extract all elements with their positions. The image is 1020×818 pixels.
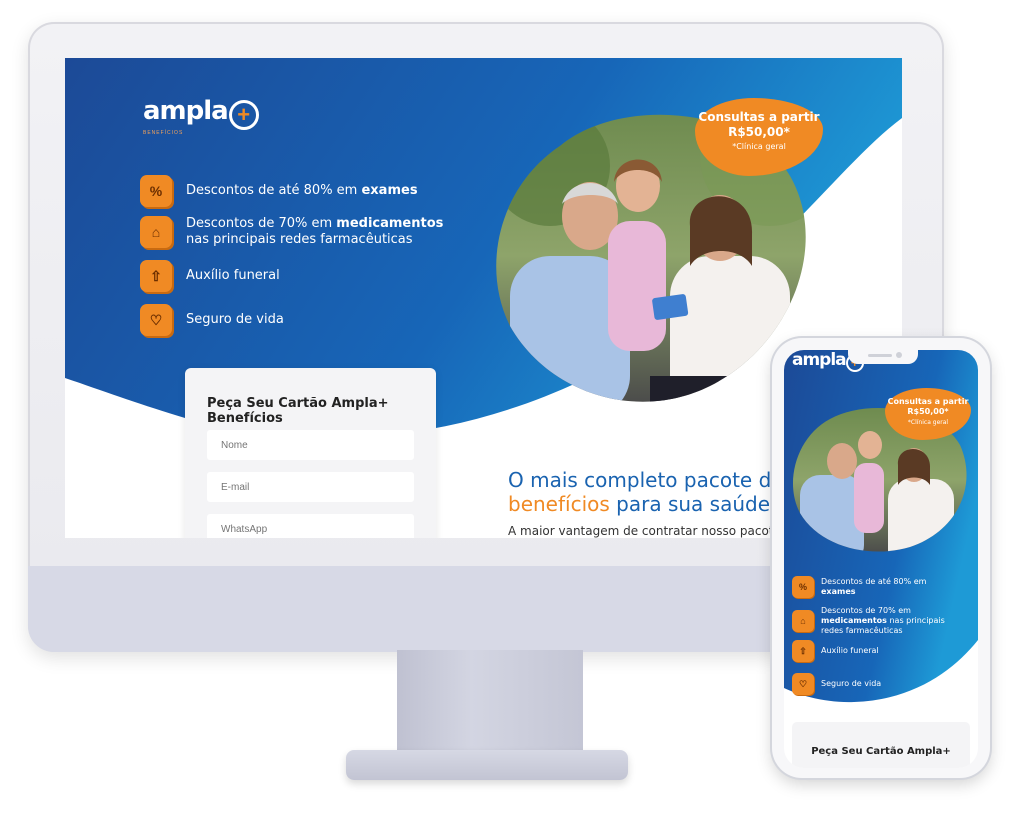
- phone-notch: [848, 348, 918, 364]
- phone-signup-form: Peça Seu Cartão Ampla+: [792, 722, 970, 768]
- feature-item: ♡ Seguro de vida: [140, 304, 446, 336]
- monitor-stand: [397, 650, 583, 760]
- phone-feature-item: ⇧ Auxílio funeral: [792, 640, 961, 662]
- feature-text: Seguro de vida: [186, 312, 284, 327]
- heart-icon: ♡: [140, 304, 172, 336]
- house-icon: ⇧: [140, 260, 172, 292]
- feature-text: Descontos de até 80% em exames: [186, 183, 418, 198]
- logo-subtitle: BENEFÍCIOS: [143, 130, 184, 136]
- signup-form: Peça Seu Cartão Ampla+ Benefícios: [185, 368, 436, 538]
- camera-icon: [896, 352, 902, 358]
- whatsapp-input[interactable]: [207, 514, 414, 538]
- heart-icon: ♡: [792, 673, 814, 695]
- badge-price: R$50,00*: [728, 125, 790, 139]
- house-icon: ⇧: [792, 640, 814, 662]
- badge-note: *Clínica geral: [732, 142, 786, 151]
- tag-icon: ⌂: [140, 216, 172, 248]
- feature-text: Descontos de 70% em medicamentos nas pri…: [186, 216, 444, 247]
- feature-item: ⌂ Descontos de 70% em medicamentos nas p…: [140, 216, 446, 248]
- feature-item: ⇧ Auxílio funeral: [140, 260, 446, 292]
- brand-logo[interactable]: ampla + BENEFÍCIOS: [143, 96, 259, 136]
- speaker-icon: [868, 354, 892, 357]
- percent-icon: %: [140, 175, 172, 207]
- logo-wordmark: ampla: [143, 96, 229, 126]
- monitor-stand-base: [346, 750, 628, 780]
- feature-item: % Descontos de até 80% em exames: [140, 175, 446, 207]
- phone-feature-item: % Descontos de até 80% em exames: [792, 576, 961, 598]
- feature-text: Auxílio funeral: [186, 268, 280, 283]
- form-title: Peça Seu Cartão Ampla+ Benefícios: [207, 396, 389, 426]
- phone-screen: ampla+ Consultas a partirR$50,00* *Clíni…: [784, 350, 978, 768]
- tag-icon: ⌂: [792, 610, 814, 632]
- phone-form-title: Peça Seu Cartão Ampla+: [811, 746, 951, 757]
- percent-icon: %: [792, 576, 814, 598]
- name-input[interactable]: [207, 430, 414, 460]
- email-input[interactable]: [207, 472, 414, 502]
- phone-feature-item: ⌂ Descontos de 70% em medicamentos nas p…: [792, 606, 961, 636]
- logo-plus-icon: +: [228, 100, 259, 130]
- badge-line1: Consultas a partir: [698, 110, 820, 124]
- section-body-text: A maior vantagem de contratar nosso paco…: [508, 524, 800, 538]
- phone-feature-item: ♡ Seguro de vida: [792, 673, 961, 695]
